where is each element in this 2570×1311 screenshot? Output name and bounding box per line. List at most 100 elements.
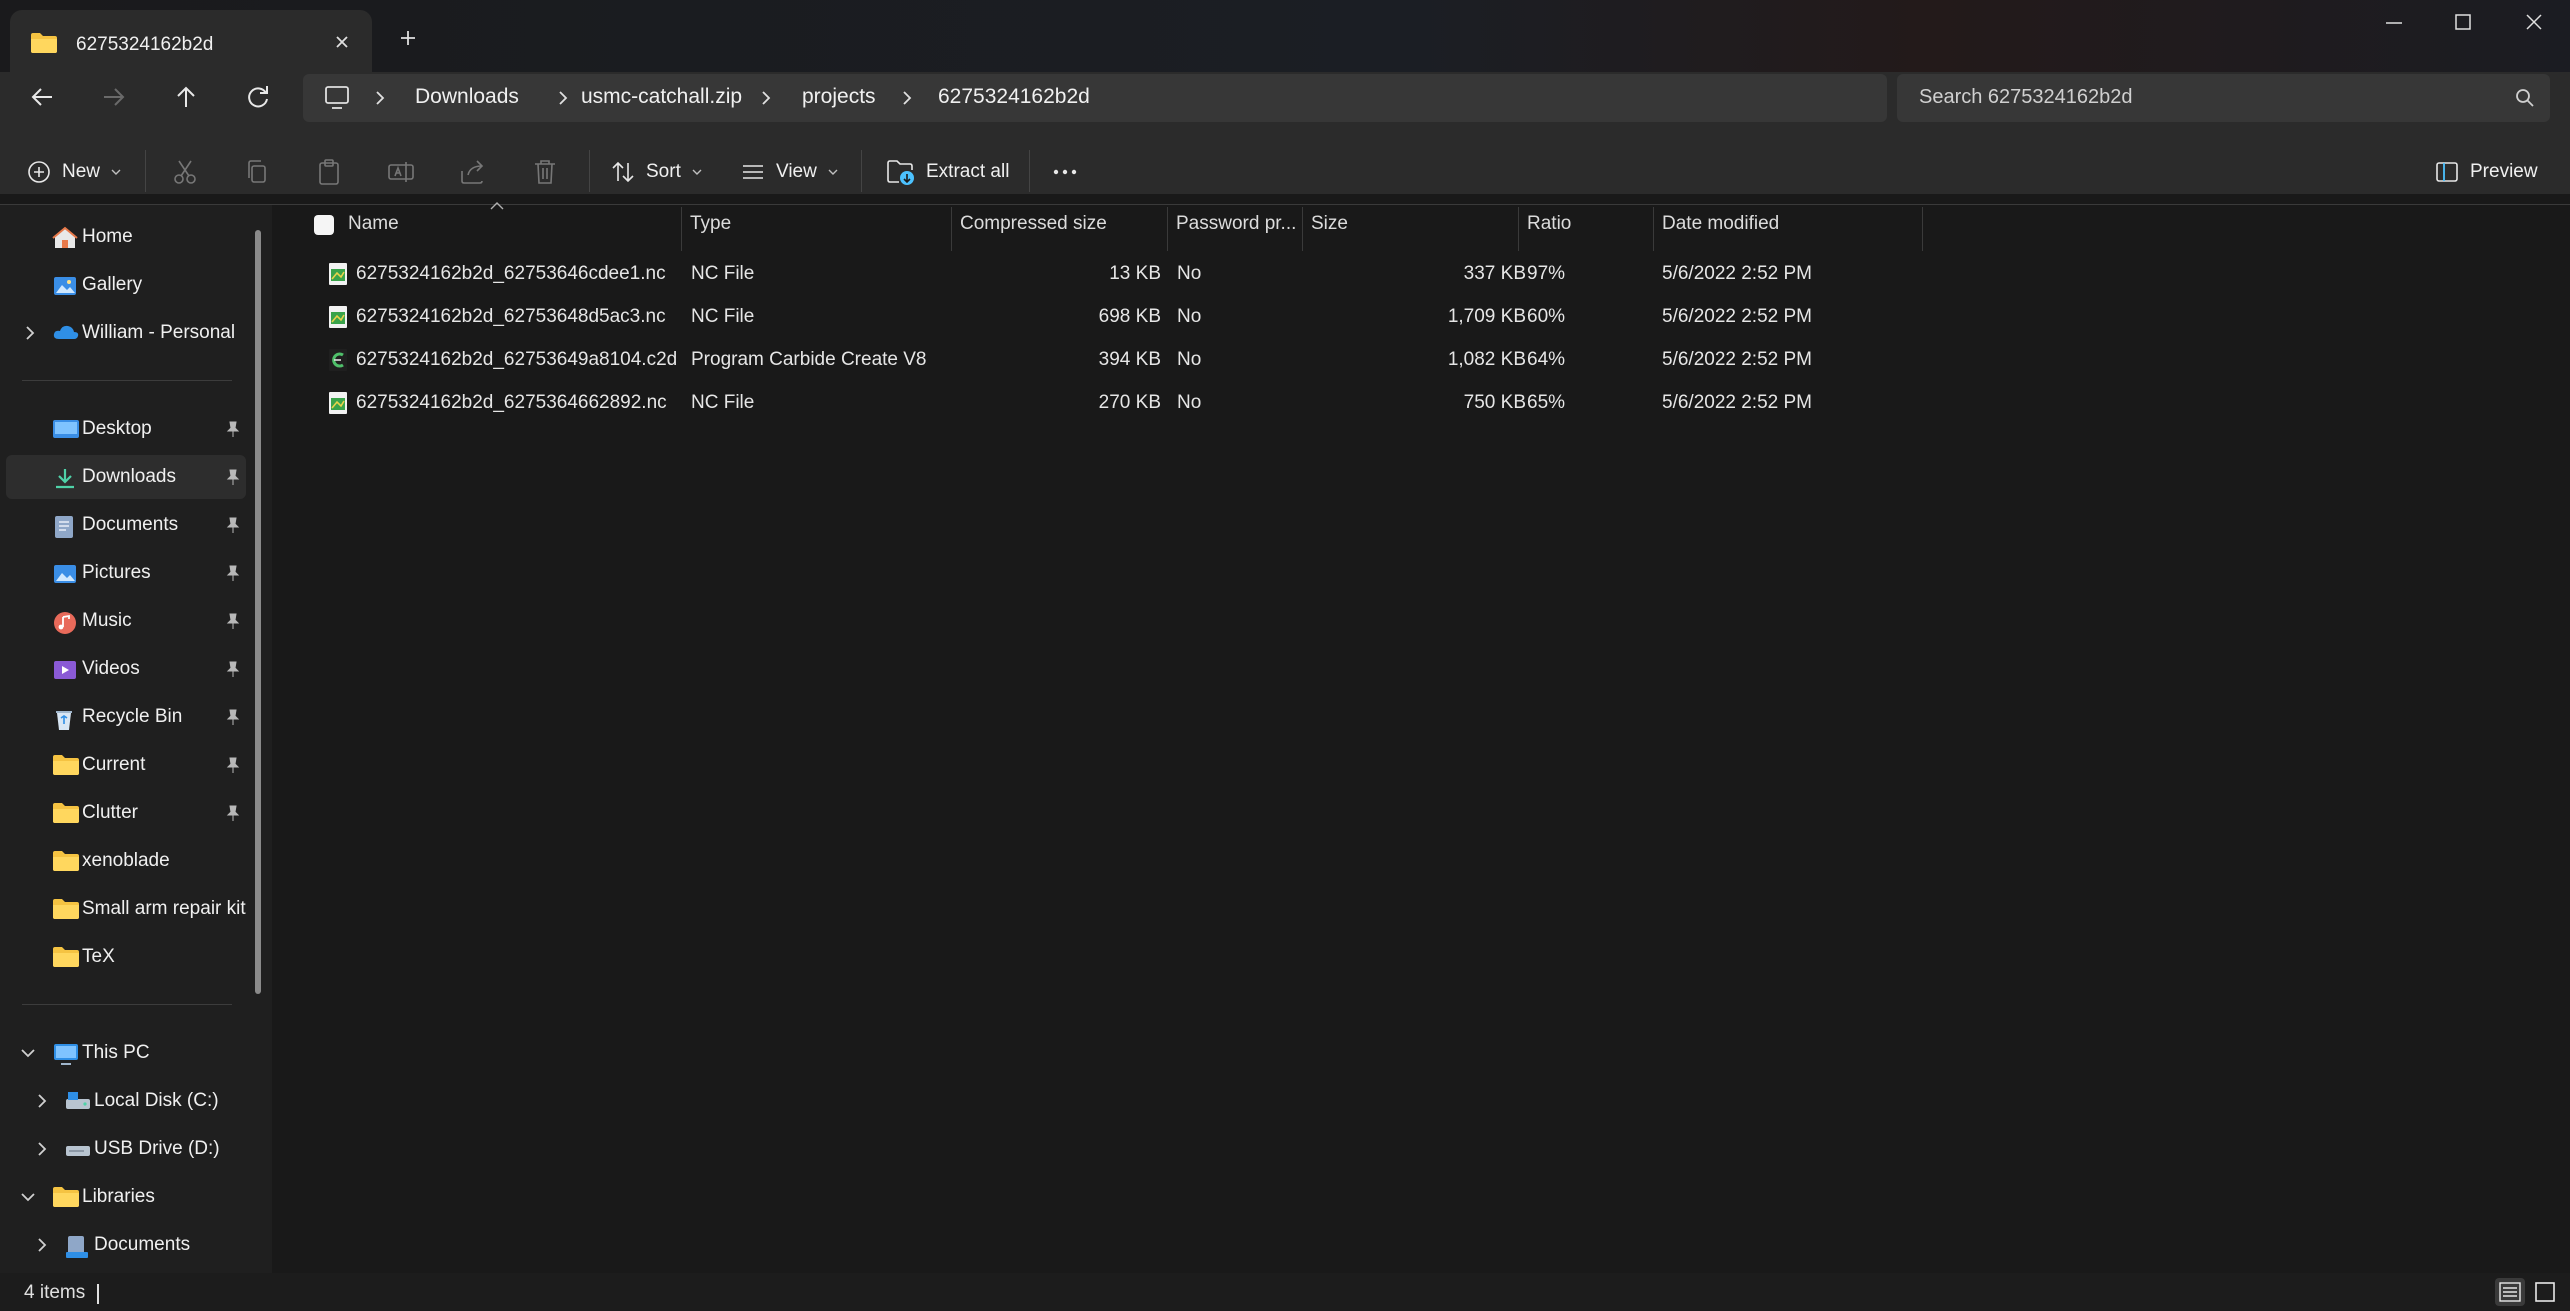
sort-button[interactable]: Sort bbox=[610, 154, 703, 190]
breadcrumb-downloads[interactable]: Downloads bbox=[415, 85, 519, 109]
pin-icon bbox=[225, 612, 241, 630]
sidebar-item-clutter[interactable]: Clutter bbox=[6, 791, 246, 835]
column-header-name[interactable]: Name bbox=[348, 213, 399, 253]
chevron-down-icon[interactable] bbox=[20, 1190, 36, 1204]
maximize-icon[interactable] bbox=[2426, 0, 2498, 48]
sidebar-scrollbar[interactable] bbox=[255, 230, 261, 994]
minimize-icon[interactable] bbox=[2358, 0, 2430, 48]
extract-all-button[interactable]: Extract all bbox=[886, 154, 1009, 190]
chevron-down-icon[interactable] bbox=[20, 1046, 36, 1060]
sidebar-item-label: Pictures bbox=[82, 562, 151, 583]
breadcrumb-current-folder[interactable]: 6275324162b2d bbox=[938, 85, 1090, 109]
folder-icon bbox=[30, 32, 58, 54]
copy-icon[interactable] bbox=[242, 154, 272, 190]
file-row[interactable]: 6275324162b2d_62753649a8104.c2d Program C… bbox=[318, 339, 1922, 381]
extract-all-label: Extract all bbox=[926, 161, 1010, 182]
command-separator bbox=[145, 150, 146, 192]
chevron-right-icon[interactable] bbox=[35, 1141, 49, 1157]
sidebar-item-documents[interactable]: Documents bbox=[6, 503, 246, 547]
column-separator[interactable] bbox=[1167, 207, 1168, 251]
sidebar-item-pictures[interactable]: Pictures bbox=[6, 551, 246, 595]
recycle-bin-icon bbox=[52, 706, 76, 732]
tab-current[interactable]: 6275324162b2d bbox=[10, 10, 372, 72]
chevron-right-icon[interactable] bbox=[759, 89, 773, 107]
address-bar[interactable]: Downloads usmc-catchall.zip projects 627… bbox=[303, 74, 1887, 122]
preview-label: Preview bbox=[2470, 161, 2538, 182]
search-box[interactable]: Search 6275324162b2d bbox=[1897, 74, 2550, 122]
share-icon[interactable] bbox=[458, 154, 488, 190]
sidebar-item-label: Gallery bbox=[82, 274, 143, 295]
column-separator[interactable] bbox=[951, 207, 952, 251]
this-pc-icon[interactable] bbox=[323, 85, 351, 111]
file-row[interactable]: 6275324162b2d_62753646cdee1.nc NC File 13 … bbox=[318, 253, 1922, 295]
column-header-size[interactable]: Size bbox=[1311, 213, 1348, 253]
password-protected: No bbox=[1177, 349, 1202, 370]
sidebar-item-home[interactable]: Home bbox=[6, 215, 246, 259]
sidebar-item-small-arm-repair-kit[interactable]: Small arm repair kit bbox=[6, 887, 246, 931]
sidebar-item-william-personal[interactable]: William - Personal bbox=[6, 311, 246, 355]
delete-icon[interactable] bbox=[530, 154, 560, 190]
sidebar-item-downloads[interactable]: Downloads bbox=[6, 455, 246, 499]
chevron-right-icon[interactable] bbox=[35, 1093, 49, 1109]
rename-icon[interactable] bbox=[386, 154, 416, 190]
sidebar-item-local-disk-c[interactable]: Local Disk (C:) bbox=[6, 1079, 246, 1123]
column-header-compressed-size[interactable]: Compressed size bbox=[960, 213, 1107, 253]
folder-icon bbox=[52, 802, 80, 824]
sidebar-item-tex[interactable]: TeX bbox=[6, 935, 246, 979]
sidebar-item-this-pc[interactable]: This PC bbox=[6, 1031, 246, 1075]
details-view-icon[interactable] bbox=[2495, 1278, 2525, 1306]
column-separator[interactable] bbox=[1922, 207, 1923, 251]
sidebar-item-music[interactable]: Music bbox=[6, 599, 246, 643]
sidebar-item-current[interactable]: Current bbox=[6, 743, 246, 787]
chevron-right-icon[interactable] bbox=[373, 89, 387, 107]
sidebar-item-desktop[interactable]: Desktop bbox=[6, 407, 246, 451]
ratio: 65% bbox=[1527, 392, 1566, 413]
large-icons-view-icon[interactable] bbox=[2530, 1278, 2560, 1306]
column-separator[interactable] bbox=[1518, 207, 1519, 251]
sidebar-item-recycle-bin[interactable]: Recycle Bin bbox=[6, 695, 246, 739]
date-modified: 5/6/2022 2:52 PM bbox=[1662, 306, 1812, 327]
select-all-checkbox[interactable] bbox=[313, 214, 335, 236]
breadcrumb-zip[interactable]: usmc-catchall.zip bbox=[581, 85, 742, 109]
sidebar-item-libraries[interactable]: Libraries bbox=[6, 1175, 246, 1219]
column-header-ratio[interactable]: Ratio bbox=[1527, 213, 1571, 253]
sidebar-item-xenoblade[interactable]: xenoblade bbox=[6, 839, 246, 883]
view-button[interactable]: View bbox=[740, 154, 839, 190]
command-separator bbox=[589, 150, 590, 192]
close-window-icon[interactable] bbox=[2498, 0, 2570, 48]
sidebar-item-documents[interactable]: Documents bbox=[6, 1223, 246, 1267]
new-button[interactable]: New bbox=[26, 154, 122, 190]
paste-icon[interactable] bbox=[314, 154, 344, 190]
sidebar-item-videos[interactable]: Videos bbox=[6, 647, 246, 691]
breadcrumb-projects[interactable]: projects bbox=[802, 85, 876, 109]
preview-button[interactable]: Preview bbox=[2434, 154, 2538, 190]
chevron-right-icon[interactable] bbox=[900, 89, 914, 107]
file-name: 6275324162b2d_62753648d5ac3.nc bbox=[356, 306, 666, 327]
column-header-password-pr[interactable]: Password pr... bbox=[1176, 213, 1296, 253]
column-header-type[interactable]: Type bbox=[690, 213, 731, 253]
file-row[interactable]: 6275324162b2d_62753648d5ac3.nc NC File 698… bbox=[318, 296, 1922, 338]
search-icon[interactable] bbox=[2514, 87, 2536, 109]
chevron-right-icon[interactable] bbox=[35, 1237, 49, 1253]
refresh-icon[interactable] bbox=[234, 73, 282, 121]
column-separator[interactable] bbox=[1302, 207, 1303, 251]
column-separator[interactable] bbox=[1653, 207, 1654, 251]
search-input[interactable]: Search 6275324162b2d bbox=[1919, 86, 2133, 109]
chevron-right-icon[interactable] bbox=[23, 325, 37, 341]
forward-arrow-icon[interactable] bbox=[90, 73, 138, 121]
status-divider bbox=[97, 1284, 99, 1304]
column-separator[interactable] bbox=[681, 207, 682, 251]
cut-icon[interactable] bbox=[170, 154, 200, 190]
folder-icon bbox=[52, 754, 80, 776]
more-options-icon[interactable] bbox=[1050, 154, 1080, 190]
chevron-right-icon[interactable] bbox=[556, 89, 570, 107]
sidebar-item-gallery[interactable]: Gallery bbox=[6, 263, 246, 307]
folder-icon bbox=[52, 898, 80, 920]
back-arrow-icon[interactable] bbox=[18, 73, 66, 121]
sidebar-item-usb-drive-d[interactable]: USB Drive (D:) bbox=[6, 1127, 246, 1171]
close-tab-icon[interactable] bbox=[328, 28, 356, 56]
up-arrow-icon[interactable] bbox=[162, 73, 210, 121]
file-row[interactable]: 6275324162b2d_6275364662892.nc NC File 270… bbox=[318, 382, 1922, 424]
new-tab-icon[interactable] bbox=[392, 22, 424, 54]
column-header-date-modified[interactable]: Date modified bbox=[1662, 213, 1779, 253]
